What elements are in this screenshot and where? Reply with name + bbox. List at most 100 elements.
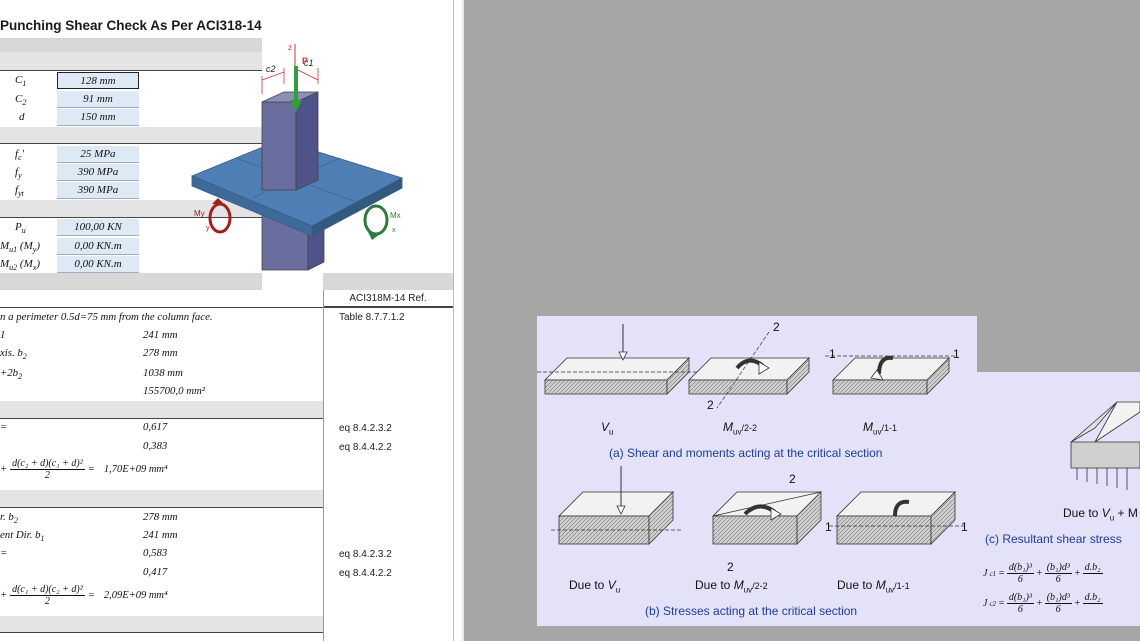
axis-1-label: 1 bbox=[961, 520, 968, 534]
box-moment11-a bbox=[825, 355, 955, 395]
axis-2-label: 2 bbox=[707, 398, 714, 412]
axis-2-label: 2 bbox=[773, 320, 780, 334]
stress-section-band bbox=[0, 616, 323, 632]
pu-label: Pu bbox=[15, 221, 26, 236]
b1-value: 241 mm bbox=[143, 329, 178, 341]
fc-label: fc' bbox=[15, 148, 24, 163]
dir2-gamma-f-ref: eq 8.4.2.3.2 bbox=[339, 549, 392, 560]
gamma-f-label: = bbox=[0, 421, 8, 433]
my-moment-arrow bbox=[208, 202, 232, 234]
divider bbox=[0, 632, 323, 633]
jc2-denominator: 2 bbox=[44, 596, 50, 607]
my-label: My bbox=[194, 209, 205, 218]
perimeter-text: n a perimeter 0.5d=75 mm from the column… bbox=[0, 311, 213, 323]
reference-column-divider bbox=[323, 290, 324, 641]
pu-value-cell[interactable]: 100,00 KN bbox=[57, 219, 139, 236]
axis-1-label: 1 bbox=[953, 347, 960, 361]
reference-column-header: ACI318M-14 Ref. bbox=[323, 290, 453, 307]
b2-label: xis. b2 bbox=[0, 347, 27, 362]
sheet-title: Punching Shear Check As Per ACI318-14 bbox=[0, 18, 262, 33]
box-top bbox=[1094, 401, 1140, 443]
gamma-f-value: 0,617 bbox=[143, 421, 168, 433]
d-value-cell[interactable]: 150 mm bbox=[57, 109, 139, 126]
dir2-b2-value: 278 mm bbox=[143, 511, 178, 523]
z-axis-label: z bbox=[288, 43, 292, 52]
resultant-stress-drawing bbox=[1070, 401, 1140, 490]
dir1-section-band bbox=[0, 401, 323, 418]
divider bbox=[0, 507, 323, 508]
caption-b: (b) Stresses acting at the critical sect… bbox=[645, 604, 858, 618]
load-arrow-shaft bbox=[294, 66, 298, 102]
column-slab-figure: c2 c1 z P My y Mx x bbox=[190, 43, 404, 271]
gamma-v-value: 0,383 bbox=[143, 440, 168, 452]
dir2-section-band bbox=[0, 490, 323, 507]
y-axis-label: y bbox=[206, 225, 210, 232]
mu2-label: Mu2 (Mx) bbox=[0, 258, 40, 273]
dir2-gamma-v-value: 0,417 bbox=[143, 566, 168, 578]
mu1-value-cell[interactable]: 0,00 KN.m bbox=[57, 238, 139, 255]
m11-label: Muv/1-1 bbox=[863, 420, 897, 437]
jc2-value: 2,09E+09 mm⁴ bbox=[103, 590, 168, 601]
c1-value-cell[interactable]: 128 mm bbox=[57, 72, 139, 89]
jc-formula-dir2: + d(c₁ + d)(c₂ + d)² 2 = 2,09E+09 mm⁴ bbox=[0, 584, 168, 607]
area-value: 155700,0 mm² bbox=[143, 385, 206, 397]
gamma-v-ref: eq 8.4.4.2.2 bbox=[339, 442, 392, 453]
perimeter-ref: Table 8.7.7.1.2 bbox=[339, 312, 405, 323]
fc-value-cell[interactable]: 25 MPa bbox=[57, 146, 139, 163]
dir2-gamma-f-value: 0,583 bbox=[143, 547, 168, 559]
dim-c1 bbox=[297, 69, 319, 81]
mu1-label: Mu1 (My) bbox=[0, 240, 40, 255]
mx-label: Mx bbox=[390, 211, 401, 220]
b1-label: 1 bbox=[0, 329, 6, 341]
box-front bbox=[1070, 441, 1140, 469]
c2-label: C2 bbox=[15, 93, 27, 108]
upper-column-side bbox=[295, 91, 319, 191]
due-m22-label: Due to Muv/2-2 bbox=[695, 578, 768, 595]
load-p-label: P bbox=[302, 56, 308, 66]
dir2-b1-label: ent Dir. b1 bbox=[0, 529, 45, 544]
x-axis-label: x bbox=[392, 227, 396, 234]
jc-formula-dir1: + d(c₂ + d)(c₁ + d)² 2 = 1,70E+09 mm⁴ bbox=[0, 458, 168, 481]
c1-label: C1 bbox=[15, 74, 27, 89]
box-shear-a bbox=[537, 324, 697, 395]
mu2-value-cell[interactable]: 0,00 KN.m bbox=[57, 256, 139, 273]
d-label: d bbox=[19, 111, 25, 123]
bo-label: +2b2 bbox=[0, 367, 23, 382]
fy-value-cell[interactable]: 390 MPa bbox=[57, 164, 139, 181]
divider bbox=[0, 307, 453, 308]
gamma-f-ref: eq 8.4.2.3.2 bbox=[339, 423, 392, 434]
fyt-label: fyt bbox=[15, 184, 24, 199]
fy-label: fy bbox=[15, 166, 22, 181]
box-moment22-a bbox=[688, 331, 810, 409]
axis-1-label: 1 bbox=[825, 520, 832, 534]
vu-label: Vu bbox=[601, 420, 614, 437]
dir2-b2-label: r. b2 bbox=[0, 511, 18, 526]
box-moment11-b bbox=[829, 491, 965, 545]
fyt-value-cell[interactable]: 390 MPa bbox=[57, 182, 139, 199]
divider bbox=[0, 418, 323, 419]
panel-divider bbox=[462, 0, 464, 641]
axis-2-label: 2 bbox=[789, 472, 796, 486]
c2-value-cell[interactable]: 91 mm bbox=[57, 91, 139, 108]
upper-column-front bbox=[261, 101, 297, 191]
axis-2-label: 2 bbox=[727, 560, 734, 574]
sheet-right-border bbox=[453, 0, 454, 641]
mx-moment-arrow bbox=[363, 204, 389, 236]
jc1-formula: Jc1 = d(b₁)³ 6 + (b₁)d³ 6 + d.b₂ bbox=[983, 562, 1103, 585]
jc2-numerator: d(c₁ + d)(c₂ + d)² bbox=[10, 584, 85, 596]
bo-value: 1038 mm bbox=[143, 367, 183, 379]
spreadsheet-panel: Punching Shear Check As Per ACI318-14 C1… bbox=[0, 0, 462, 641]
b2-value: 278 mm bbox=[143, 347, 178, 359]
axis-1-label: 1 bbox=[829, 347, 836, 361]
box-shear-b bbox=[551, 466, 683, 545]
due-vu-m-label: Due to Vu + M bbox=[1063, 506, 1138, 523]
dir2-gamma-v-ref: eq 8.4.4.2.2 bbox=[339, 568, 392, 579]
dir2-gamma-f-label: = bbox=[0, 547, 8, 559]
m22-label: Muv/2-2 bbox=[723, 420, 757, 437]
jc-denominator: 2 bbox=[44, 470, 50, 481]
caption-c: (c) Resultant shear stress bbox=[985, 532, 1122, 546]
jc2-formula: Jc2 = d(b₁)³ 6 + (b₁)d³ 6 + d.b₂ bbox=[983, 592, 1103, 615]
box-moment22-b bbox=[712, 491, 822, 545]
c2-dim-label: c2 bbox=[266, 64, 276, 74]
dir2-b1-value: 241 mm bbox=[143, 529, 178, 541]
